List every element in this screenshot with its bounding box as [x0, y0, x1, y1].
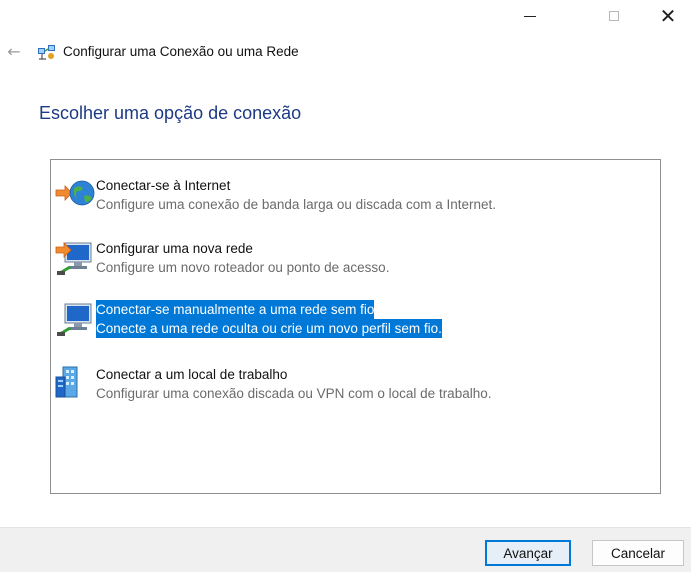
option-setup-new-network[interactable]: Configurar uma nova rede Configure um no… — [51, 239, 660, 289]
back-arrow-icon[interactable]: ← — [4, 41, 24, 63]
option-connect-internet[interactable]: Conectar-se à Internet Configure uma con… — [51, 176, 660, 226]
page-heading: Escolher uma opção de conexão — [39, 103, 302, 123]
option-title: Conectar a um local de trabalho — [96, 367, 288, 382]
workplace-icon — [55, 366, 78, 398]
maximize-icon — [609, 11, 619, 21]
option-connect-workplace[interactable]: Conectar a um local de trabalho Configur… — [51, 365, 660, 415]
option-description: Configure uma conexão de banda larga ou … — [96, 197, 497, 212]
network-setup-icon — [38, 45, 55, 60]
option-title: Conectar-se à Internet — [96, 178, 231, 193]
close-button[interactable]: ✕ — [645, 0, 691, 32]
minimize-icon — [524, 15, 536, 17]
option-title: Configurar uma nova rede — [96, 241, 253, 256]
close-icon: ✕ — [659, 4, 677, 28]
minimize-button[interactable] — [507, 0, 553, 32]
option-manual-wireless[interactable]: Conectar-se manualmente a uma rede sem f… — [51, 300, 660, 350]
wizard-header: ← Configurar uma Conexão ou uma Rede — [0, 40, 691, 66]
connection-option-list[interactable]: Conectar-se à Internet Configure uma con… — [50, 159, 661, 494]
internet-globe-icon — [55, 180, 95, 206]
maximize-button[interactable] — [591, 0, 637, 32]
title-bar: ✕ — [0, 0, 691, 36]
new-network-icon — [55, 242, 92, 275]
wireless-network-icon — [57, 303, 92, 336]
option-description: Conecte a uma rede oculta ou crie um nov… — [96, 319, 442, 338]
cancel-button[interactable]: Cancelar — [592, 540, 684, 566]
option-title: Conectar-se manualmente a uma rede sem f… — [96, 300, 375, 319]
next-button[interactable]: Avançar — [485, 540, 571, 566]
footer-bar: Avançar Cancelar — [0, 527, 691, 572]
option-description: Configure um novo roteador ou ponto de a… — [96, 260, 390, 275]
option-description: Configurar uma conexão discada ou VPN co… — [96, 386, 492, 401]
window-title: Configurar uma Conexão ou uma Rede — [63, 44, 299, 59]
